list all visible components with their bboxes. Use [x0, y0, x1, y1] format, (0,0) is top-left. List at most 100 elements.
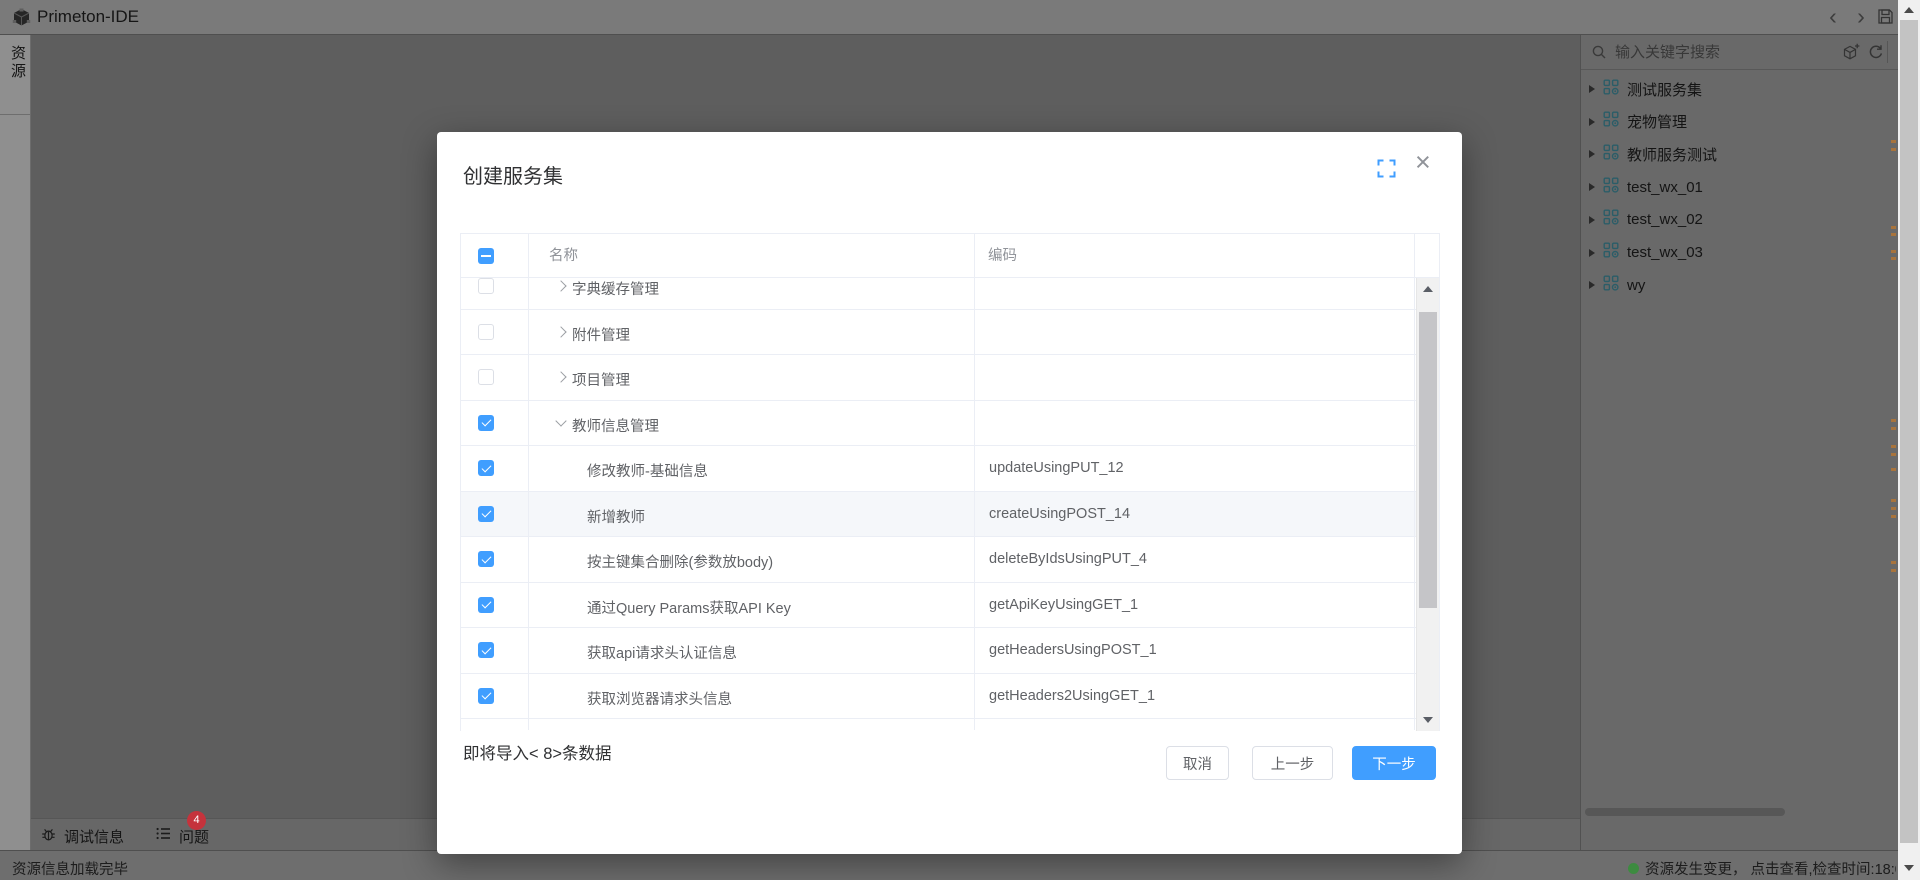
marker-tick — [1891, 257, 1896, 260]
tree-item[interactable]: wy — [1589, 272, 1879, 298]
close-icon[interactable]: × — [1415, 149, 1431, 176]
row-name: 附件管理 — [572, 324, 630, 345]
nav-back-button[interactable]: ‹ — [1820, 1, 1846, 31]
select-all-checkbox[interactable] — [478, 248, 494, 264]
table-row[interactable]: 通过Query Params获取API Key getApiKeyUsingGE… — [461, 583, 1439, 629]
caret-right-icon[interactable] — [1589, 85, 1595, 93]
row-name: 按主键集合删除(参数放body) — [587, 551, 773, 572]
left-rail: 资源 — [0, 35, 31, 850]
save-icon[interactable] — [1877, 8, 1894, 30]
expand-icon[interactable] — [555, 280, 566, 291]
table-header: 名称 编码 — [461, 234, 1439, 278]
tree-item[interactable]: test_wx_02 — [1589, 207, 1879, 233]
sidebar-horizontal-scrollbar-thumb[interactable] — [1585, 808, 1785, 816]
row-code: getHeadersUsingPOST_1 — [989, 642, 1157, 658]
row-name: 获取api请求头认证信息 — [587, 642, 737, 663]
tree-item[interactable]: 测试服务集 — [1589, 76, 1879, 102]
services-table: 名称 编码 字典缓存管理 附件管理 项目管理 教师信息管理 修改教师-基础信息 … — [460, 233, 1440, 731]
dialog-title: 创建服务集 — [463, 160, 563, 189]
rail-divider — [0, 114, 30, 115]
table-row[interactable]: 新增教师 createUsingPOST_14 — [461, 492, 1439, 538]
column-header-code: 编码 — [988, 234, 1017, 278]
table-row-partial[interactable] — [461, 719, 1439, 731]
marker-tick — [1891, 468, 1896, 471]
triangle-up-icon — [1904, 7, 1914, 13]
row-checkbox[interactable] — [478, 506, 494, 522]
expand-icon[interactable] — [555, 326, 566, 337]
problems-list-icon — [155, 825, 172, 847]
next-step-button[interactable]: 下一步 — [1352, 746, 1436, 780]
tree-item[interactable]: test_wx_01 — [1589, 174, 1879, 200]
marker-tick — [1891, 507, 1896, 510]
row-checkbox[interactable] — [478, 688, 494, 704]
tree-item-label: 教师服务测试 — [1627, 144, 1717, 165]
table-row[interactable]: 项目管理 — [461, 355, 1439, 401]
table-row[interactable]: 附件管理 — [461, 310, 1439, 356]
row-checkbox[interactable] — [478, 369, 494, 385]
service-set-icon — [1603, 144, 1619, 165]
app-title: Primeton-IDE — [37, 7, 139, 27]
debug-bug-icon — [40, 825, 57, 847]
tree-item-label: 宠物管理 — [1627, 111, 1687, 132]
service-set-icon — [1603, 111, 1619, 132]
search-input[interactable] — [1613, 39, 1828, 65]
status-green-dot-icon — [1628, 863, 1639, 874]
row-checkbox[interactable] — [478, 551, 494, 567]
cancel-button[interactable]: 取消 — [1166, 746, 1229, 780]
tree-item[interactable]: 宠物管理 — [1589, 109, 1879, 135]
window-scrollbar-thumb[interactable] — [1900, 20, 1918, 843]
table-scrollbar[interactable] — [1416, 278, 1439, 731]
row-code: getHeaders2UsingGET_1 — [989, 688, 1155, 704]
row-checkbox[interactable] — [478, 597, 494, 613]
expand-icon[interactable] — [555, 371, 566, 382]
scroll-up-button[interactable] — [1898, 0, 1920, 20]
caret-right-icon[interactable] — [1589, 118, 1595, 126]
tab-debug-label: 调试信息 — [64, 826, 124, 847]
status-right-text: 资源发生变更， 点击查看,检查时间:18:0 — [1645, 858, 1896, 879]
table-row[interactable]: 获取api请求头认证信息 getHeadersUsingPOST_1 — [461, 628, 1439, 674]
tree-search-row — [1581, 35, 1899, 70]
table-row[interactable]: 按主键集合删除(参数放body) deleteByIdsUsingPUT_4 — [461, 537, 1439, 583]
column-header-name: 名称 — [549, 234, 578, 278]
row-checkbox[interactable] — [478, 278, 494, 294]
status-message-left: 资源信息加载完毕 — [12, 858, 128, 879]
row-checkbox[interactable] — [478, 415, 494, 431]
row-code: deleteByIdsUsingPUT_4 — [989, 551, 1147, 567]
tab-debug-info[interactable]: 调试信息 — [40, 825, 124, 847]
fullscreen-icon[interactable] — [1377, 159, 1396, 183]
primeton-ide-window: Primeton-IDE ‹ › 资源 调试信息 问题 4 资源信息加载完毕 — [0, 0, 1920, 880]
nav-forward-button[interactable]: › — [1848, 1, 1874, 31]
tree-item-label: 测试服务集 — [1627, 79, 1702, 100]
row-checkbox[interactable] — [478, 460, 494, 476]
scroll-down-button[interactable] — [1898, 858, 1920, 878]
service-set-icon — [1603, 177, 1619, 198]
caret-right-icon[interactable] — [1589, 183, 1595, 191]
table-row[interactable]: 字典缓存管理 — [461, 278, 1439, 310]
caret-right-icon[interactable] — [1589, 216, 1595, 224]
table-row[interactable]: 修改教师-基础信息 updateUsingPUT_12 — [461, 446, 1439, 492]
rail-tab-resources[interactable]: 资源 — [7, 45, 28, 81]
window-scrollbar[interactable] — [1898, 0, 1920, 880]
table-scroll-up-icon[interactable] — [1423, 286, 1433, 292]
add-service-set-icon[interactable] — [1841, 43, 1860, 67]
row-checkbox[interactable] — [478, 642, 494, 658]
previous-step-button[interactable]: 上一步 — [1252, 746, 1333, 780]
table-row[interactable]: 获取浏览器请求头信息 getHeaders2UsingGET_1 — [461, 674, 1439, 720]
status-message-right[interactable]: 资源发生变更， 点击查看,检查时间:18:0 — [1628, 858, 1896, 879]
marker-tick — [1891, 140, 1896, 143]
tree-item[interactable]: test_wx_03 — [1589, 240, 1879, 266]
caret-right-icon[interactable] — [1589, 150, 1595, 158]
tree-item[interactable]: 教师服务测试 — [1589, 141, 1879, 167]
service-set-icon — [1603, 79, 1619, 100]
row-name: 通过Query Params获取API Key — [587, 597, 791, 618]
row-checkbox[interactable] — [478, 324, 494, 340]
caret-right-icon[interactable] — [1589, 249, 1595, 257]
refresh-icon[interactable] — [1867, 43, 1884, 65]
caret-right-icon[interactable] — [1589, 281, 1595, 289]
table-row[interactable]: 教师信息管理 — [461, 401, 1439, 447]
expand-icon[interactable] — [555, 415, 566, 426]
table-scroll-down-icon[interactable] — [1423, 717, 1433, 723]
table-scrollbar-thumb[interactable] — [1419, 312, 1437, 608]
marker-tick — [1891, 515, 1896, 518]
marker-tick — [1891, 445, 1896, 448]
